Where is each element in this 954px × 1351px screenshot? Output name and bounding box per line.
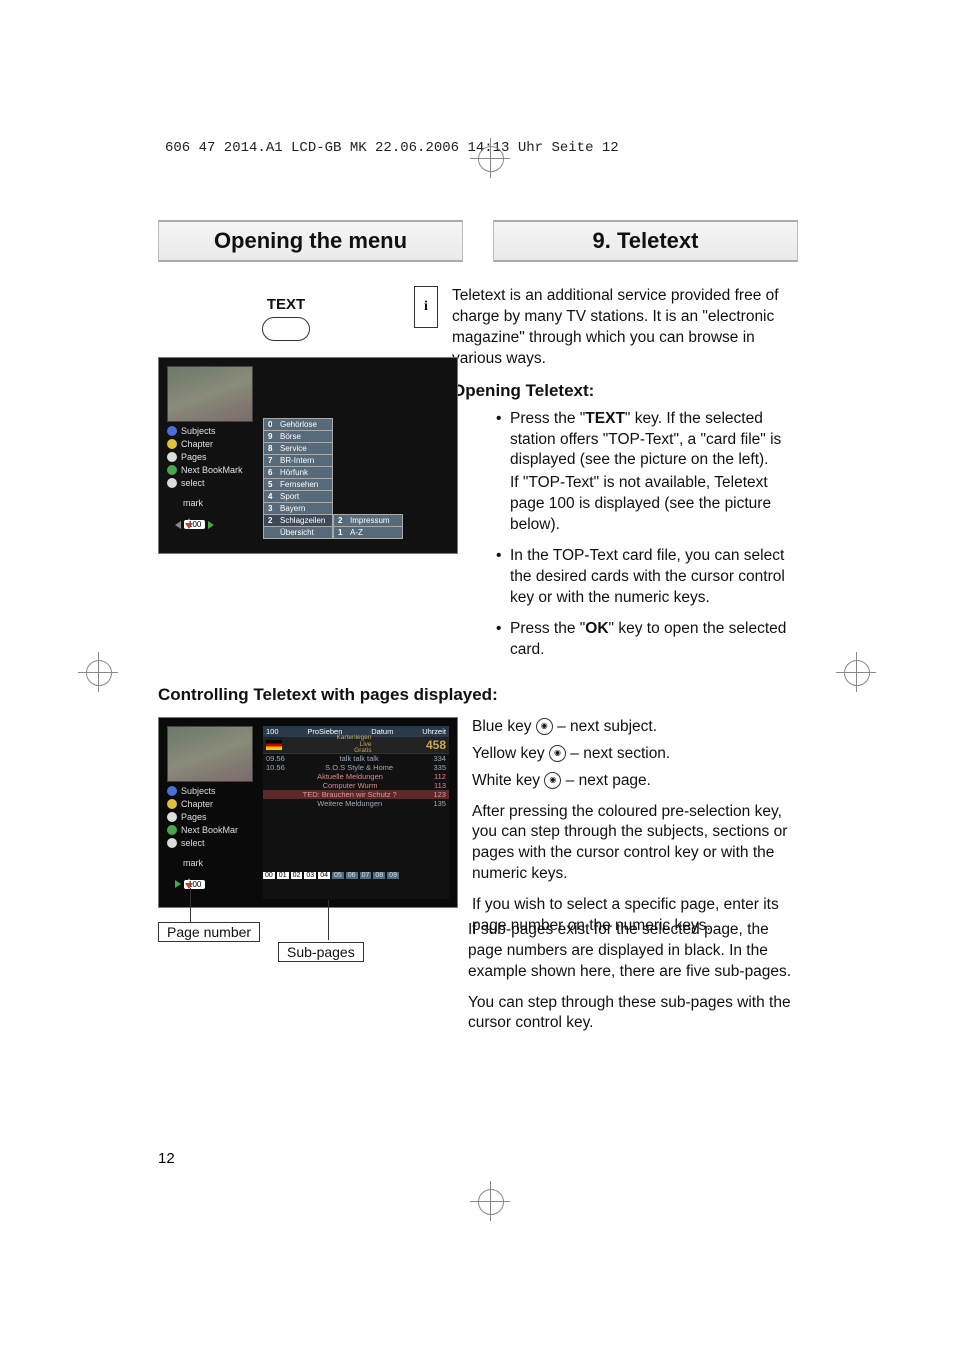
subpages-para1: If sub-pages exist for the selected page…	[468, 920, 798, 983]
print-header: 606 47 2014.A1 LCD-GB MK 22.06.2006 14:1…	[165, 140, 619, 156]
page-number: 12	[158, 1150, 175, 1167]
bullet-3: Press the "OK" key to open the selected …	[496, 619, 798, 661]
menu-next-bookmark: Next BookMark	[167, 465, 257, 475]
bullet-1: Press the "TEXT" key. If the selected st…	[496, 409, 798, 537]
white-key-icon: ◉	[544, 772, 561, 789]
mark-label: mark	[183, 498, 257, 508]
heading-opening-teletext: Opening Teletext:	[452, 380, 798, 403]
line-blue: Blue key ◉ – next subject.	[472, 717, 798, 738]
tv-thumbnail-icon	[167, 366, 253, 422]
bullet-2: In the TOP-Text card file, you can selec…	[496, 546, 798, 609]
flag-icon	[266, 740, 282, 750]
blue-key-icon: ◉	[536, 718, 553, 735]
registration-mark-top	[470, 138, 510, 178]
text-remote-button-icon	[262, 317, 310, 341]
registration-mark-bottom	[470, 1181, 510, 1221]
menu-pages: Pages	[167, 452, 257, 462]
mark-label-2: mark	[183, 858, 257, 868]
heading-controlling-teletext: Controlling Teletext with pages displaye…	[158, 685, 798, 705]
title-row: Opening the menu 9. Teletext	[158, 220, 798, 262]
menu-subjects: Subjects	[167, 426, 257, 436]
teletext-page-screenshot: Subjects Chapter Pages Next BookMar sele…	[158, 717, 458, 908]
yellow-key-icon: ◉	[549, 745, 566, 762]
line-white: White key ◉ – next page.	[472, 771, 798, 792]
menu-chapter: Chapter	[167, 439, 257, 449]
menu2-chapter: Chapter	[167, 799, 257, 809]
teletext-content: 100 ProSieben Datum Uhrzeit Kartenlegen …	[263, 726, 449, 899]
intro-text: Teletext is an additional service provid…	[452, 286, 798, 370]
menu2-select: select	[167, 838, 257, 848]
tv-thumbnail-icon-2	[167, 726, 253, 782]
registration-mark-left	[78, 652, 118, 692]
title-opening-menu: Opening the menu	[158, 220, 463, 262]
subpage-row: 00 01 02 03 04 05 06 07 08 09	[263, 872, 449, 879]
menu-select: select	[167, 478, 257, 488]
title-teletext: 9. Teletext	[493, 220, 798, 262]
controlling-para1: After pressing the coloured pre-selectio…	[472, 802, 798, 886]
menu2-next-bookmark: Next BookMar	[167, 825, 257, 835]
menu2-pages: Pages	[167, 812, 257, 822]
subpages-para2: You can step through these sub-pages wit…	[468, 993, 798, 1035]
card-stack-main: Übersicht 2Schlagzeilen 3Bayern 4Sport 5…	[263, 419, 333, 539]
line-yellow: Yellow key ◉ – next section.	[472, 744, 798, 765]
top-text-screenshot: Subjects Chapter Pages Next BookMark sel…	[158, 357, 458, 554]
callout-sub-pages: Sub-pages	[278, 942, 364, 962]
info-icon: i	[414, 286, 438, 328]
callout-page-number: Page number	[158, 922, 260, 942]
registration-mark-right	[836, 652, 876, 692]
text-key-label: TEXT	[158, 296, 414, 313]
card-stack-side: 1A-Z 2Impressum	[333, 515, 403, 539]
menu2-subjects: Subjects	[167, 786, 257, 796]
